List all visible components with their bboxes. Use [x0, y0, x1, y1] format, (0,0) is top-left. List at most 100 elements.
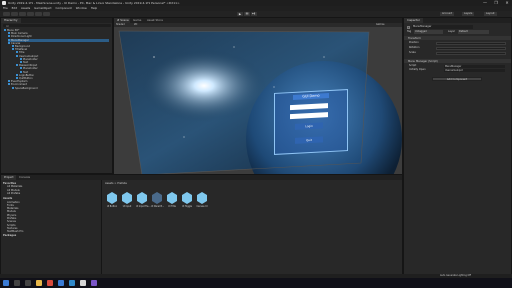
- favorite-item[interactable]: All Prefabs: [7, 192, 20, 195]
- asset-item[interactable]: Canvas UI: [196, 192, 208, 208]
- hierarchy-search-input[interactable]: All: [3, 24, 111, 28]
- position-fields[interactable]: [436, 42, 506, 45]
- project-panel: Project Console Favorites All Materials Al…: [0, 174, 403, 278]
- taskview-icon[interactable]: [25, 280, 31, 286]
- gameobject-icon: [8, 80, 10, 83]
- gameobject-icon: [8, 35, 10, 38]
- os-taskbar: [0, 278, 512, 288]
- asset-label: UI Input: [122, 205, 132, 208]
- gameobject-icon: [16, 73, 18, 76]
- scale-label: Scale: [409, 51, 416, 54]
- login-button[interactable]: Login: [295, 122, 323, 130]
- scale-tool-icon[interactable]: [27, 12, 34, 16]
- gameobject-icon: [4, 29, 6, 31]
- transform-header[interactable]: Transform: [404, 36, 511, 40]
- component-label: Menu Manager (Script): [408, 60, 438, 63]
- move-tool-icon[interactable]: [11, 12, 18, 16]
- gameobject-icon: [20, 61, 22, 63]
- rect-tool-icon[interactable]: [35, 12, 42, 16]
- search-placeholder: All: [6, 25, 9, 28]
- tag-label: Tag: [407, 30, 412, 33]
- window-title: Unity 2019.4.1f1 - MainScene.unity - UI …: [8, 1, 180, 5]
- unity-logo-icon: [2, 1, 6, 5]
- asset-label: UI Button: [106, 205, 118, 208]
- start-icon[interactable]: [3, 280, 9, 286]
- browser-icon[interactable]: [47, 280, 53, 286]
- project-sidebar: Favorites All Materials All Models All Pref…: [1, 180, 102, 278]
- initially-open-label: Initially Open: [409, 68, 426, 71]
- prefab-icon: [167, 192, 177, 204]
- asset-label: Canvas UI: [196, 205, 208, 208]
- asset-item[interactable]: UI Title: [166, 192, 178, 208]
- layers-dropdown[interactable]: Layers: [462, 12, 475, 16]
- rotation-fields[interactable]: [436, 47, 506, 50]
- search-icon[interactable]: [14, 280, 20, 286]
- inspector-panel: Inspector MenuManager Tag Untagged Layer…: [403, 17, 512, 278]
- gameobject-icon: [16, 77, 18, 79]
- prefab-icon: [182, 192, 192, 204]
- store-icon[interactable]: [58, 280, 64, 286]
- hand-tool-icon[interactable]: [3, 12, 10, 16]
- rotation-label: Rotation: [409, 46, 420, 49]
- packages-header[interactable]: Packages: [3, 234, 16, 237]
- password-input[interactable]: [290, 112, 328, 120]
- explorer-icon[interactable]: [36, 280, 42, 286]
- login-panel-title: GUI Demo: [293, 93, 329, 100]
- tab-hierarchy[interactable]: Hierarchy: [1, 18, 21, 23]
- breadcrumb[interactable]: Assets > Prefabs: [105, 182, 127, 186]
- layer-dropdown[interactable]: Default: [458, 30, 489, 34]
- login-panel[interactable]: GUI Demo Login Quit: [274, 89, 348, 155]
- gameobject-icon: [8, 38, 10, 41]
- rotate-tool-icon[interactable]: [19, 12, 26, 16]
- asset-label: UI Panel B...: [151, 205, 165, 208]
- gameobject-icon: [12, 45, 14, 47]
- tab-inspector[interactable]: Inspector: [404, 18, 424, 23]
- asset-item[interactable]: UI Input: [121, 192, 133, 208]
- layout-dropdown[interactable]: Layout: [484, 12, 497, 16]
- app-icon[interactable]: [91, 280, 97, 286]
- play-button[interactable]: ▶: [237, 12, 243, 16]
- asset-item[interactable]: UI Button: [106, 192, 118, 208]
- gameobject-icon: [16, 64, 18, 67]
- gameobject-icon: [20, 57, 22, 60]
- gameobject-icon: [8, 32, 10, 35]
- position-label: Position: [409, 41, 419, 44]
- transform-tool-icon[interactable]: [43, 12, 50, 16]
- code-icon[interactable]: [69, 280, 75, 286]
- gameobject-icon: [16, 54, 18, 57]
- prefab-icon: [197, 192, 207, 204]
- gameobject-icon: [12, 86, 14, 89]
- step-button[interactable]: ▶❚: [251, 12, 257, 16]
- layer-label: Layer: [448, 30, 455, 33]
- tag-dropdown[interactable]: Untagged: [414, 30, 443, 34]
- hierarchy-item[interactable]: SpaceBackground: [12, 86, 109, 90]
- asset-item[interactable]: UI Input Fie...: [136, 192, 151, 208]
- pause-button[interactable]: ❚❚: [244, 12, 250, 16]
- scale-fields[interactable]: [436, 52, 506, 55]
- transform-label: Transform: [408, 37, 421, 40]
- object-name-field[interactable]: MenuManager: [412, 25, 473, 29]
- hierarchy-item-label: SpaceBackground: [15, 86, 38, 90]
- prefab-icon: [122, 192, 132, 204]
- prefab-icon: [152, 192, 162, 204]
- asset-item[interactable]: UI Toggle: [181, 192, 193, 208]
- prefab-icon: [107, 192, 117, 204]
- gameobject-checkbox[interactable]: [407, 26, 410, 29]
- quit-button[interactable]: Quit: [295, 136, 323, 144]
- asset-item[interactable]: UI Panel B...: [151, 192, 165, 208]
- asset-label: UI Title: [168, 205, 176, 208]
- gameobject-icon: [16, 51, 18, 54]
- account-dropdown[interactable]: Account: [440, 12, 455, 16]
- menu-manager-component-header[interactable]: Menu Manager (Script): [404, 59, 511, 63]
- hierarchy-panel: Hierarchy All Menu 3D* Main Camera Directi…: [0, 17, 113, 174]
- initially-open-field[interactable]: UsernameInput: [444, 69, 505, 72]
- gameobject-icon: [20, 67, 22, 70]
- unity-taskbar-icon[interactable]: [80, 280, 86, 286]
- gameobject-icon: [12, 48, 14, 51]
- username-input[interactable]: [290, 103, 328, 111]
- gameobject-icon: [20, 70, 22, 73]
- asset-label: UI Input Fie...: [136, 205, 151, 208]
- scene-canvas[interactable]: [114, 27, 402, 178]
- add-component-button[interactable]: Add Component: [432, 77, 482, 81]
- script-field[interactable]: MenuManager: [444, 65, 505, 68]
